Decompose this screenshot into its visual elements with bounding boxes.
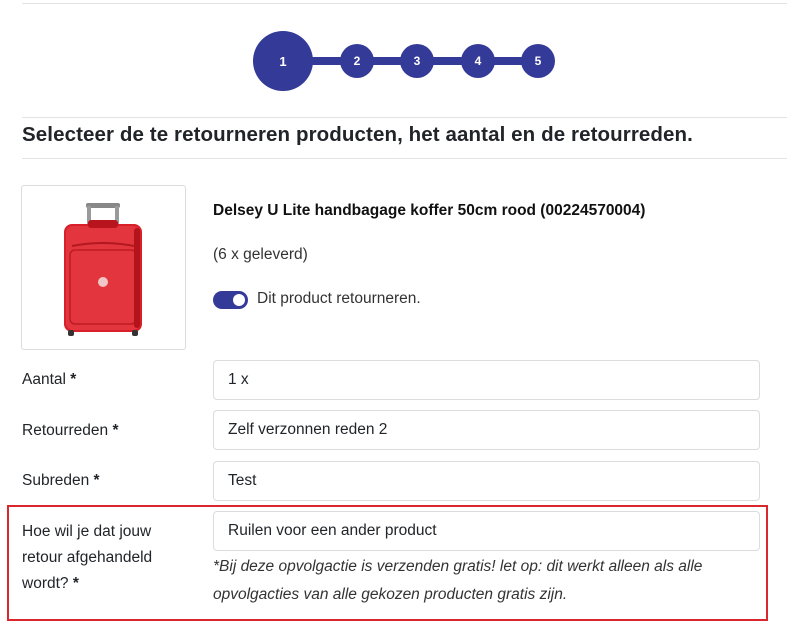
step-5[interactable]: 5 [521,44,555,78]
subreason-select[interactable]: Test [213,461,760,501]
handling-select[interactable]: Ruilen voor een ander product [213,511,760,551]
reason-select[interactable]: Zelf verzonnen reden 2 [213,410,760,450]
required-marker: * [93,472,100,489]
progress-stepper: 1 2 3 4 5 [0,0,807,100]
product-image [21,185,186,350]
quantity-select[interactable]: 1 x [213,360,760,400]
step-1[interactable]: 1 [253,31,313,91]
required-marker: * [72,575,79,592]
product-title: Delsey U Lite handbagage koffer 50cm roo… [213,202,646,219]
quantity-value: 1 x [228,371,249,388]
page-title: Selecteer de te retourneren producten, h… [22,123,693,146]
handling-label-text: Hoe wil je dat jouw retour afgehandeld w… [22,523,153,592]
quantity-label-text: Aantal [22,371,66,388]
reason-value: Zelf verzonnen reden 2 [228,421,388,438]
step-3[interactable]: 3 [400,44,434,78]
delivered-count: (6 x geleverd) [213,246,308,263]
shipping-note: *Bij deze opvolgactie is verzenden grati… [213,558,703,603]
reason-label-text: Retourreden [22,422,109,439]
step-4[interactable]: 4 [461,44,495,78]
required-marker: * [70,371,77,388]
toggle-knob [233,294,245,306]
return-product-toggle-label[interactable]: Dit product retourneren. [257,290,421,308]
handling-value: Ruilen voor een ander product [228,522,437,539]
subreason-value: Test [228,472,257,489]
heading-divider-bottom [22,158,787,159]
subreason-label-text: Subreden [22,472,90,489]
reason-label: Retourreden * [22,418,119,444]
heading-divider-top [22,117,787,118]
handling-label: Hoe wil je dat jouw retour afgehandeld w… [22,519,192,597]
return-product-toggle[interactable] [213,291,248,309]
step-2[interactable]: 2 [340,44,374,78]
quantity-label: Aantal * [22,367,76,393]
subreason-label: Subreden * [22,468,100,494]
red-suitcase-icon [64,203,142,336]
required-marker: * [112,422,119,439]
